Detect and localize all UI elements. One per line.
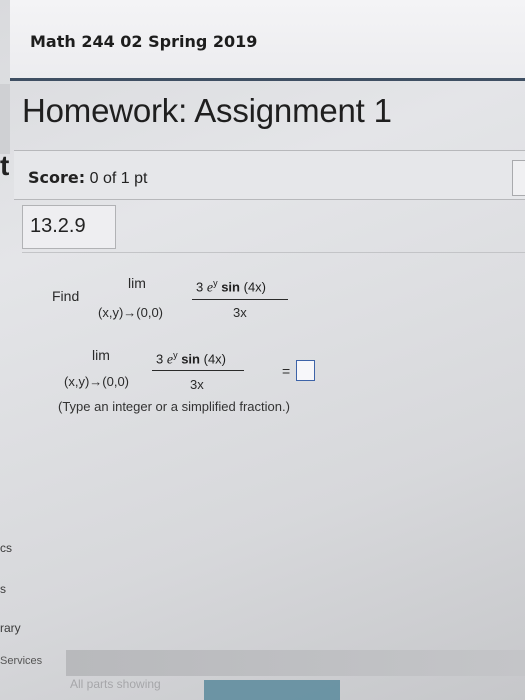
answer-fraction-numerator: 3 ey sin (4x) bbox=[156, 350, 227, 368]
fraction-denominator: 3x bbox=[233, 305, 247, 320]
answer-limit-operator: lim bbox=[92, 347, 110, 363]
footer-text: All parts showing bbox=[70, 677, 161, 691]
score-label: Score: bbox=[28, 168, 86, 187]
left-nav-edge bbox=[0, 84, 10, 154]
sidebar-fragment-library[interactable]: rary bbox=[0, 621, 21, 635]
limit-subscript: (x,y)→(0,0) bbox=[98, 305, 163, 320]
course-title: Math 244 02 Spring 2019 bbox=[30, 32, 258, 51]
fraction-numerator: 3 ey sin (4x) bbox=[196, 278, 267, 296]
answer-fraction-bar bbox=[152, 370, 244, 371]
sidebar-fragment-2[interactable]: s bbox=[0, 582, 6, 596]
answer-hint: (Type an integer or a simplified fractio… bbox=[58, 399, 290, 414]
footer-bar bbox=[66, 650, 525, 676]
divider bbox=[22, 252, 525, 253]
assignment-title: Homework: Assignment 1 bbox=[22, 92, 392, 129]
find-label: Find bbox=[52, 288, 80, 304]
score-value: 0 of 1 pt bbox=[89, 170, 148, 187]
equals-sign: = bbox=[282, 363, 291, 379]
answer-fraction-denominator: 3x bbox=[190, 377, 204, 392]
services-link[interactable]: Services bbox=[0, 655, 42, 667]
answer-input[interactable] bbox=[296, 360, 315, 381]
answer-limit-subscript: (x,y)→(0,0) bbox=[64, 374, 129, 389]
edge-fragment: t bbox=[0, 150, 10, 181]
limit-operator: lim bbox=[128, 275, 146, 291]
footer-button[interactable] bbox=[204, 680, 340, 700]
score: Score: 0 of 1 pt bbox=[28, 168, 147, 188]
question-number: 13.2.9 bbox=[30, 215, 86, 237]
sidebar-fragment-1[interactable]: cs bbox=[0, 541, 12, 555]
fraction-bar bbox=[192, 299, 288, 300]
score-side-button[interactable] bbox=[512, 160, 525, 196]
